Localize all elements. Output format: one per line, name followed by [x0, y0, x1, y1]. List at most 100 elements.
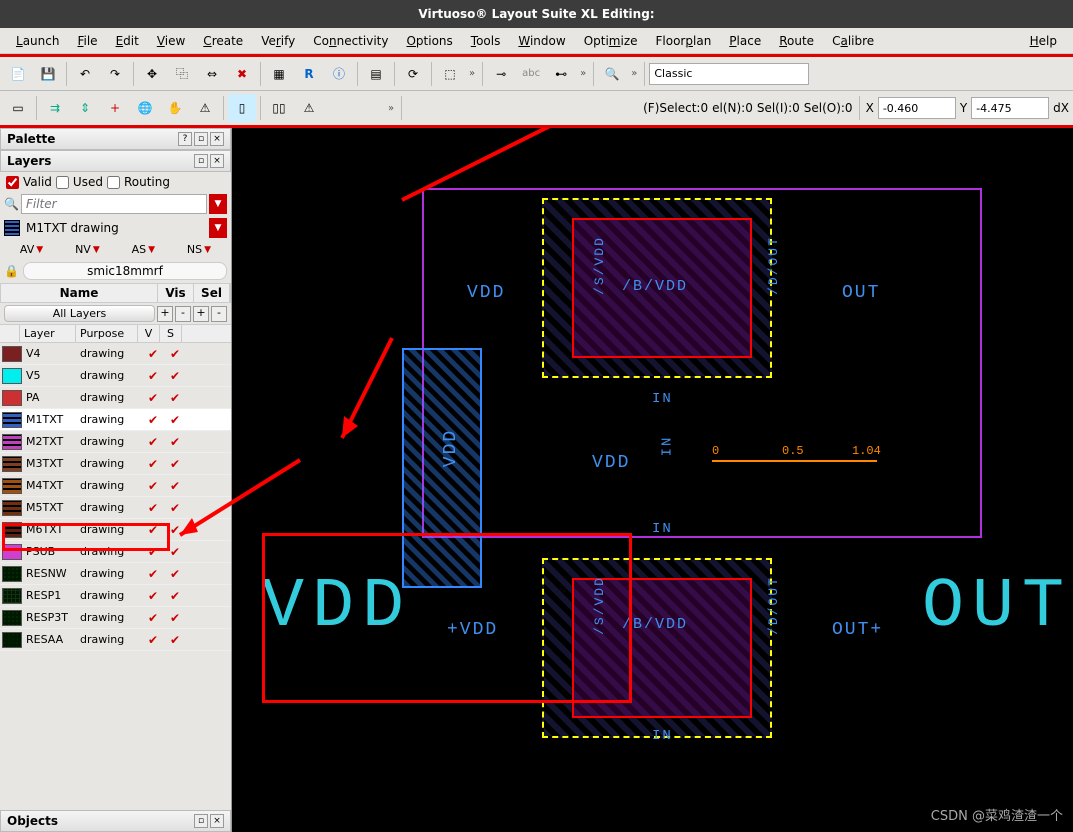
crosshair-icon[interactable]: + — [101, 94, 129, 122]
layer-row[interactable]: V5 drawing ✔ ✔ — [0, 365, 231, 387]
detach-icon[interactable]: ▫ — [194, 814, 208, 828]
layer-row[interactable]: M1TXT drawing ✔ ✔ — [0, 409, 231, 431]
s-hdr[interactable]: S — [160, 325, 182, 342]
sel-check[interactable]: ✔ — [164, 457, 186, 471]
menu-route[interactable]: Route — [771, 31, 822, 51]
vis-check[interactable]: ✔ — [142, 435, 164, 449]
menu-create[interactable]: Create — [195, 31, 251, 51]
abc-label-icon[interactable]: abc — [517, 60, 545, 88]
stretch-icon[interactable]: ⇔ — [198, 60, 226, 88]
zoom-icon[interactable]: 🔍 — [598, 60, 626, 88]
menu-launch[interactable]: Launch — [8, 31, 67, 51]
x-coord-input[interactable] — [878, 97, 956, 119]
sel-check[interactable]: ✔ — [164, 501, 186, 515]
sel-check[interactable]: ✔ — [164, 479, 186, 493]
sel-check[interactable]: ✔ — [164, 589, 186, 603]
menu-view[interactable]: View — [149, 31, 193, 51]
ns-button[interactable]: NS▼ — [187, 243, 211, 256]
ruler-r-icon[interactable]: R — [295, 60, 323, 88]
path-icon[interactable]: ⇉ — [41, 94, 69, 122]
vis-check[interactable]: ✔ — [142, 347, 164, 361]
sel-plus-button[interactable]: + — [193, 306, 209, 322]
save-icon[interactable]: 💾 — [34, 60, 62, 88]
redo-icon[interactable]: ↷ — [101, 60, 129, 88]
layer-row[interactable]: PSUB drawing ✔ ✔ — [0, 541, 231, 563]
menu-tools[interactable]: Tools — [463, 31, 509, 51]
sel-check[interactable]: ✔ — [164, 347, 186, 361]
properties-icon[interactable]: ▦ — [265, 60, 293, 88]
close-icon[interactable]: × — [210, 154, 224, 168]
vis-check[interactable]: ✔ — [142, 589, 164, 603]
layer-row[interactable]: M6TXT drawing ✔ ✔ — [0, 519, 231, 541]
layer-row[interactable]: V4 drawing ✔ ✔ — [0, 343, 231, 365]
close-icon[interactable]: × — [210, 814, 224, 828]
align-icon[interactable]: ▤ — [362, 60, 390, 88]
layer-row[interactable]: M2TXT drawing ✔ ✔ — [0, 431, 231, 453]
detach-icon[interactable]: ▫ — [194, 154, 208, 168]
menu-edit[interactable]: Edit — [108, 31, 147, 51]
menu-window[interactable]: Window — [510, 31, 573, 51]
current-layer-row[interactable]: M1TXT drawing ▼ — [0, 216, 231, 240]
more-chevron-icon[interactable]: » — [385, 103, 397, 114]
sel-check[interactable]: ✔ — [164, 633, 186, 647]
layer-row[interactable]: RESAA drawing ✔ ✔ — [0, 629, 231, 651]
sel-check[interactable]: ✔ — [164, 523, 186, 537]
workspace-select[interactable] — [649, 63, 809, 85]
filter-dropdown-icon[interactable]: ▼ — [209, 194, 227, 214]
layer-row[interactable]: RESNW drawing ✔ ✔ — [0, 563, 231, 585]
open-icon[interactable]: 📄 — [4, 60, 32, 88]
av-button[interactable]: AV▼ — [20, 243, 43, 256]
layer-row[interactable]: M3TXT drawing ✔ ✔ — [0, 453, 231, 475]
layer-row[interactable]: M4TXT drawing ✔ ✔ — [0, 475, 231, 497]
rotate-icon[interactable]: ⟳ — [399, 60, 427, 88]
vis-check[interactable]: ✔ — [142, 457, 164, 471]
pin-icon[interactable]: ⊸ — [487, 60, 515, 88]
highlight-icon[interactable]: ▯ — [228, 94, 256, 122]
valid-checkbox[interactable] — [6, 176, 19, 189]
layers-list[interactable]: V4 drawing ✔ ✔ V5 drawing ✔ ✔ PA drawing… — [0, 343, 231, 810]
filter-input[interactable] — [21, 194, 207, 214]
purpose-hdr[interactable]: Purpose — [76, 325, 138, 342]
layer-dropdown-icon[interactable]: ▼ — [209, 218, 227, 238]
copy-icon[interactable]: ⿻ — [168, 60, 196, 88]
vis-check[interactable]: ✔ — [142, 413, 164, 427]
layer-hdr[interactable]: Layer — [20, 325, 76, 342]
hand-icon[interactable]: ✋ — [161, 94, 189, 122]
compare-icon[interactable]: ▯▯ — [265, 94, 293, 122]
layout-canvas[interactable]: VDD /S/VDD /B/VDD /D/OUT OUT IN VDD VDD … — [232, 128, 1073, 832]
undo-icon[interactable]: ↶ — [71, 60, 99, 88]
sel-minus-button[interactable]: - — [211, 306, 227, 322]
y-coord-input[interactable] — [971, 97, 1049, 119]
layer-row[interactable]: PA drawing ✔ ✔ — [0, 387, 231, 409]
menu-file[interactable]: File — [69, 31, 105, 51]
vis-check[interactable]: ✔ — [142, 567, 164, 581]
delete-icon[interactable]: ✖ — [228, 60, 256, 88]
info-icon[interactable]: ⓘ — [325, 60, 353, 88]
more-chevron-icon[interactable]: » — [628, 68, 640, 79]
layer-row[interactable]: RESP1 drawing ✔ ✔ — [0, 585, 231, 607]
vis-check[interactable]: ✔ — [142, 523, 164, 537]
menu-calibre[interactable]: Calibre — [824, 31, 882, 51]
sel-check[interactable]: ✔ — [164, 567, 186, 581]
misc-icon[interactable]: ⬚ — [436, 60, 464, 88]
warn2-icon[interactable]: ⚠ — [295, 94, 323, 122]
sel-check[interactable]: ✔ — [164, 413, 186, 427]
sel-check[interactable]: ✔ — [164, 391, 186, 405]
menu-verify[interactable]: Verify — [253, 31, 303, 51]
menu-options[interactable]: Options — [398, 31, 460, 51]
layer-row[interactable]: M5TXT drawing ✔ ✔ — [0, 497, 231, 519]
v-hdr[interactable]: V — [138, 325, 160, 342]
vis-check[interactable]: ✔ — [142, 633, 164, 647]
vis-check[interactable]: ✔ — [142, 501, 164, 515]
sel-check[interactable]: ✔ — [164, 369, 186, 383]
menu-connectivity[interactable]: Connectivity — [305, 31, 396, 51]
menu-place[interactable]: Place — [721, 31, 769, 51]
as-button[interactable]: AS▼ — [132, 243, 155, 256]
via-icon[interactable]: ⇕ — [71, 94, 99, 122]
select-icon[interactable]: ▭ — [4, 94, 32, 122]
vis-check[interactable]: ✔ — [142, 369, 164, 383]
warn1-icon[interactable]: ⚠ — [191, 94, 219, 122]
routing-checkbox[interactable] — [107, 176, 120, 189]
tech-library[interactable]: smic18mmrf — [23, 262, 227, 280]
lock-icon[interactable]: 🔒 — [4, 264, 19, 278]
